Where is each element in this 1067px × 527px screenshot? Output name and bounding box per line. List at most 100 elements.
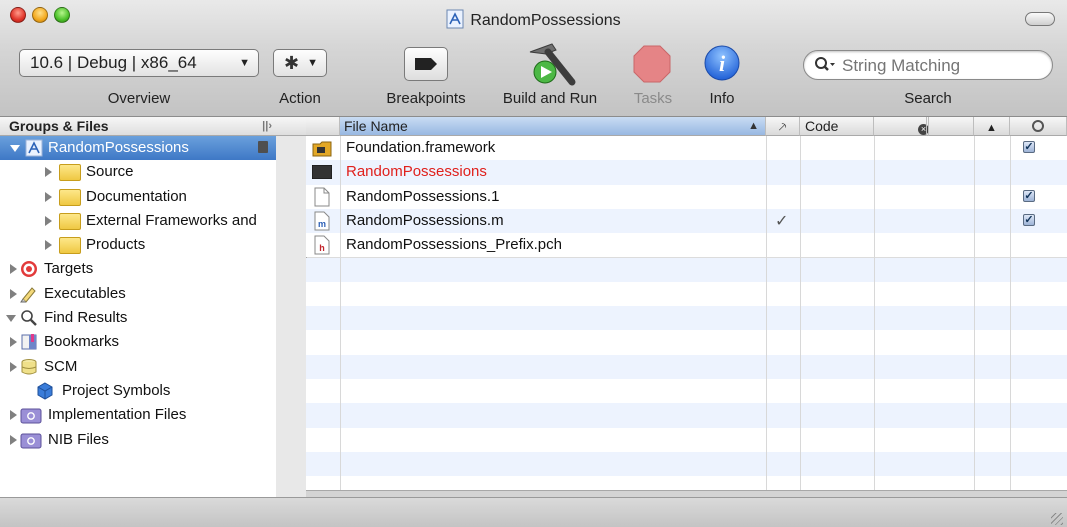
disclosure-triangle-icon[interactable] bbox=[10, 264, 17, 275]
sidebar-item-label: NIB Files bbox=[48, 430, 109, 448]
file-name: RandomPossessions_Prefix.pch bbox=[346, 236, 562, 254]
stop-sign-icon bbox=[633, 45, 671, 83]
sidebar-item-label: Source bbox=[86, 163, 134, 181]
target-column-header[interactable] bbox=[1010, 117, 1067, 136]
project-icon bbox=[446, 9, 464, 29]
file-name: RandomPossessions.1 bbox=[346, 187, 500, 205]
svg-text:i: i bbox=[719, 51, 726, 76]
tasks-button[interactable] bbox=[632, 44, 672, 84]
sidebar-splitter[interactable] bbox=[276, 117, 307, 497]
disclosure-triangle-icon[interactable] bbox=[10, 410, 17, 421]
sidebar-item-randompossessions[interactable]: RandomPossessions bbox=[0, 136, 276, 161]
svg-text:h: h bbox=[319, 243, 325, 253]
disclosure-triangle-icon[interactable] bbox=[10, 337, 17, 348]
empty-row bbox=[306, 451, 1067, 477]
magnifier-icon bbox=[21, 310, 37, 326]
sidebar-item-label: SCM bbox=[44, 357, 78, 375]
sidebar-item-scm[interactable]: SCM bbox=[0, 355, 276, 379]
h-file-icon: h bbox=[314, 235, 330, 255]
table-row[interactable]: RandomPossessions bbox=[306, 160, 1067, 185]
sidebar-item-label: RandomPossessions bbox=[48, 139, 189, 156]
table-row[interactable]: m RandomPossessions.m ✓ ✓ bbox=[306, 208, 1067, 234]
code-column-header[interactable]: Code bbox=[800, 117, 874, 136]
warnings-column-header[interactable]: ▲ bbox=[974, 117, 1010, 136]
target-checkbox[interactable]: ✓ bbox=[1023, 213, 1035, 226]
breakpoint-icon bbox=[415, 58, 437, 70]
sidebar-item-project-symbols[interactable]: Project Symbols bbox=[0, 379, 276, 403]
chevron-down-icon: ▼ bbox=[307, 57, 318, 69]
sidebar-item-source[interactable]: Source bbox=[0, 160, 276, 184]
target-checkbox[interactable]: ✓ bbox=[1023, 189, 1035, 202]
column-divider bbox=[1010, 136, 1011, 490]
sidebar-item-label: Targets bbox=[44, 260, 94, 278]
search-field[interactable] bbox=[803, 50, 1053, 80]
sidebar-item-label: Bookmarks bbox=[44, 333, 120, 351]
sidebar-header-label: Groups & Files bbox=[9, 118, 109, 134]
hammer-icon: ⸕ bbox=[777, 118, 788, 134]
project-icon bbox=[25, 139, 43, 157]
table-row[interactable]: h RandomPossessions_Prefix.pch bbox=[306, 233, 1067, 258]
column-toggle-icon[interactable]: ||› bbox=[262, 117, 272, 135]
folder-icon bbox=[59, 237, 81, 255]
errors-column-header[interactable]: × bbox=[874, 117, 974, 136]
empty-row bbox=[306, 330, 1067, 355]
info-button[interactable]: i bbox=[703, 44, 741, 82]
svg-text:m: m bbox=[318, 219, 326, 229]
build-and-run-label: Build and Run bbox=[502, 90, 598, 107]
disclosure-triangle-icon[interactable] bbox=[45, 191, 52, 202]
disclosure-triangle-icon[interactable] bbox=[6, 315, 16, 323]
document-icon bbox=[314, 187, 330, 207]
table-row[interactable]: Foundation.framework ✓ bbox=[306, 136, 1067, 161]
sidebar-item-documentation[interactable]: Documentation bbox=[0, 185, 276, 209]
resize-grip-icon[interactable] bbox=[1051, 513, 1063, 525]
file-name-column-header[interactable]: File Name ▲ bbox=[340, 117, 766, 136]
search-label: Search bbox=[904, 90, 952, 107]
overview-popup[interactable]: 10.6 | Debug | x86_64 ▼ bbox=[19, 49, 259, 77]
disclosure-triangle-icon[interactable] bbox=[10, 434, 17, 445]
sidebar-item-executables[interactable]: Executables bbox=[0, 282, 276, 306]
chevron-down-icon: ▼ bbox=[239, 57, 250, 69]
folder-icon bbox=[59, 212, 81, 230]
sidebar-item-targets[interactable]: Targets bbox=[0, 257, 276, 281]
file-name-missing: RandomPossessions bbox=[346, 163, 487, 181]
disclosure-triangle-icon[interactable] bbox=[45, 215, 52, 226]
disclosure-triangle-icon[interactable] bbox=[10, 288, 17, 299]
build-and-run-button[interactable] bbox=[522, 40, 578, 88]
framework-icon bbox=[312, 141, 332, 157]
icon-column-header[interactable] bbox=[306, 117, 340, 136]
file-name: RandomPossessions.m bbox=[346, 211, 504, 229]
sidebar-item-products[interactable]: Products bbox=[0, 233, 276, 257]
sidebar-item-nib-files[interactable]: NIB Files bbox=[0, 428, 276, 452]
overview-label: Overview bbox=[107, 90, 171, 107]
disclosure-triangle-icon[interactable] bbox=[45, 167, 52, 178]
sidebar-item-external-frameworks[interactable]: External Frameworks and bbox=[0, 209, 276, 233]
disclosure-triangle-icon[interactable] bbox=[45, 240, 52, 251]
action-button[interactable]: ✱ ▼ bbox=[273, 49, 327, 77]
sidebar-item-find-results[interactable]: Find Results bbox=[0, 306, 276, 330]
toolbar: RandomPossessions 10.6 | Debug | x86_64 … bbox=[0, 0, 1067, 117]
file-name: Foundation.framework bbox=[346, 139, 496, 156]
breakpoints-button[interactable] bbox=[404, 47, 448, 81]
target-checkbox[interactable]: ✓ bbox=[1023, 141, 1035, 153]
breakpoints-label: Breakpoints bbox=[386, 90, 466, 107]
target-icon bbox=[21, 261, 37, 278]
xcode-project-window: RandomPossessions 10.6 | Debug | x86_64 … bbox=[0, 0, 1067, 527]
folder-icon bbox=[59, 188, 81, 206]
info-label: Info bbox=[709, 90, 735, 107]
sidebar-item-label: Implementation Files bbox=[48, 406, 187, 424]
sidebar-item-label: Project Symbols bbox=[62, 381, 171, 399]
action-label: Action bbox=[279, 90, 321, 107]
toolbar-toggle-button[interactable] bbox=[1025, 12, 1055, 26]
hammer-play-icon bbox=[529, 43, 576, 86]
disclosure-triangle-icon[interactable] bbox=[10, 145, 20, 152]
build-column-header[interactable]: ⸕ bbox=[766, 117, 800, 136]
info-icon: i bbox=[704, 45, 740, 81]
sidebar-item-bookmarks[interactable]: Bookmarks bbox=[0, 330, 276, 354]
column-divider bbox=[974, 136, 975, 490]
status-bar bbox=[0, 497, 1067, 527]
disclosure-triangle-icon[interactable] bbox=[10, 361, 17, 372]
sidebar-item-implementation-files[interactable]: Implementation Files bbox=[0, 403, 276, 427]
table-row[interactable]: RandomPossessions.1 ✓ bbox=[306, 184, 1067, 209]
search-input[interactable] bbox=[840, 55, 1044, 77]
sidebar-item-label: External Frameworks and bbox=[86, 211, 257, 229]
